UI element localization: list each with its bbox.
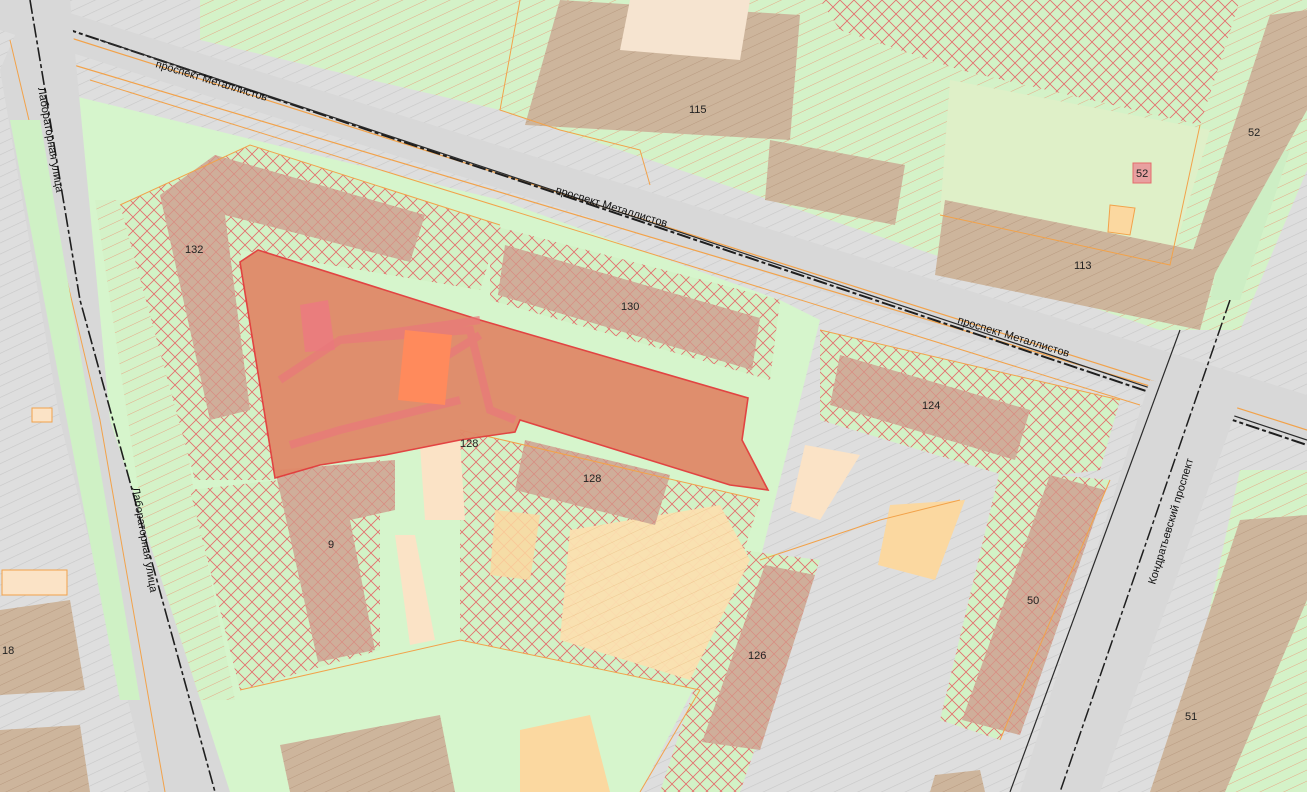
house-number-128: 128: [583, 473, 601, 485]
house-number-130: 130: [621, 301, 639, 313]
selected-parcel-building: [398, 330, 452, 405]
map-canvas[interactable]: проспект Металлистов проспект Металлисто…: [0, 0, 1307, 792]
building-115-annex: [620, 0, 750, 60]
building-light-1: [420, 440, 465, 520]
house-number-50: 50: [1027, 595, 1039, 607]
house-number-124: 124: [922, 400, 940, 412]
house-number-9: 9: [328, 539, 334, 551]
house-number-113: 113: [1074, 260, 1092, 272]
house-number-52: 52: [1248, 127, 1260, 139]
building-small-west: [31, 407, 53, 423]
building-light-4: [1107, 204, 1136, 236]
building-small-west-2: [1, 569, 68, 596]
house-number-128-small: 128: [460, 438, 478, 450]
building-south-west: [0, 725, 90, 792]
house-number-126: 126: [748, 650, 766, 662]
house-number-52-small: 52: [1136, 168, 1148, 180]
house-number-18: 18: [2, 645, 14, 657]
house-number-115: 115: [689, 104, 707, 116]
house-number-51: 51: [1185, 711, 1197, 723]
house-number-132: 132: [185, 244, 203, 256]
